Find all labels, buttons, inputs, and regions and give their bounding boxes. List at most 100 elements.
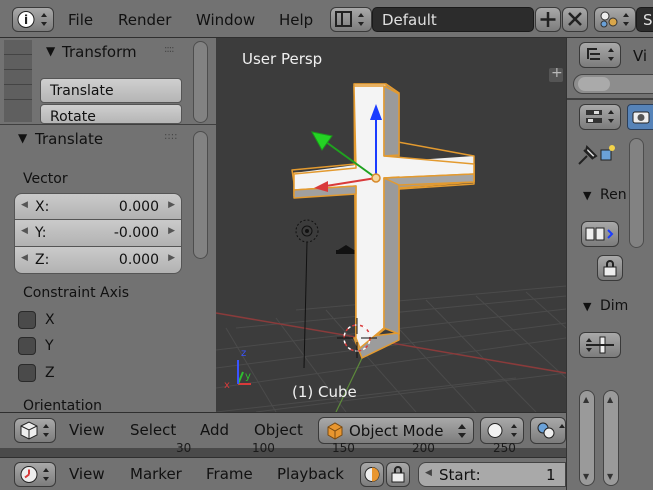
- resolution-x-slider[interactable]: ▲ ▼: [579, 390, 595, 486]
- dimensions-panel-header[interactable]: Dim: [600, 298, 628, 314]
- start-frame-field[interactable]: ◀ Start: 1: [418, 462, 566, 487]
- render-tab-button[interactable]: [627, 104, 653, 130]
- decrement-arrow-icon[interactable]: ◀: [21, 253, 28, 263]
- timeline-menu-marker[interactable]: Marker: [130, 465, 182, 483]
- ruler-number: 150: [332, 441, 355, 455]
- menu-file[interactable]: File: [68, 11, 93, 29]
- decrement-arrow-icon[interactable]: ◀: [21, 226, 28, 236]
- vector-z-label: Z:: [35, 252, 50, 268]
- scene-selector[interactable]: [594, 7, 636, 32]
- constraint-y-label[interactable]: Y: [45, 338, 54, 354]
- editor-type-button[interactable]: i: [12, 7, 54, 32]
- panel-collapse-arrow-icon[interactable]: ▼: [46, 44, 55, 58]
- decrement-arrow-icon: ▼: [583, 472, 590, 481]
- render-still-icon: [585, 227, 614, 241]
- dimension-presets-button[interactable]: [579, 332, 621, 358]
- operator-panel-scrollbar[interactable]: [193, 131, 208, 259]
- menu-render[interactable]: Render: [118, 11, 171, 29]
- lock-icon: [391, 466, 405, 483]
- svg-text:x: x: [224, 380, 230, 391]
- menu-select[interactable]: Select: [130, 421, 176, 439]
- increment-arrow-icon[interactable]: ▶: [168, 253, 175, 263]
- decrement-arrow-icon[interactable]: ◀: [425, 468, 432, 478]
- ruler-number: 30: [176, 441, 192, 455]
- menu-object[interactable]: Object: [254, 421, 303, 439]
- screen-layout-name[interactable]: Default: [372, 7, 534, 32]
- menu-view[interactable]: View: [69, 421, 105, 439]
- operator-collapse-arrow-icon[interactable]: ▼: [18, 131, 27, 145]
- render-buttons-group[interactable]: [581, 221, 619, 247]
- timeline-menu-playback[interactable]: Playback: [277, 465, 344, 483]
- add-screen-button[interactable]: [535, 7, 561, 32]
- panel-drag-grip-icon[interactable]: ::::: [164, 44, 175, 55]
- preview-range-button[interactable]: [360, 462, 384, 487]
- viewport-shading-selector[interactable]: [480, 417, 524, 444]
- outliner-icon: [587, 48, 614, 61]
- constraint-z-label[interactable]: Z: [45, 365, 55, 381]
- translate-button[interactable]: Translate: [40, 78, 182, 103]
- 3d-viewport[interactable]: z y x User Persp (1) Cube +: [216, 38, 566, 412]
- delete-screen-button[interactable]: [562, 7, 588, 32]
- tool-shelf-scrollbar[interactable]: [193, 41, 208, 123]
- timeline-header: View Marker Frame Playback ◀ Start: 1: [0, 457, 566, 490]
- render-panel-header[interactable]: Ren: [600, 187, 627, 203]
- vector-z-field[interactable]: ◀ Z: 0.000 ▶: [14, 247, 182, 274]
- lock-interface-button[interactable]: [597, 255, 623, 281]
- scene-name-field[interactable]: S: [636, 7, 653, 32]
- lock-icon: [603, 260, 617, 277]
- pivot-point-selector[interactable]: [530, 417, 566, 444]
- clock-icon: [20, 466, 49, 483]
- view3d-header: View Select Add Object Object Mode: [0, 412, 566, 448]
- lock-time-button[interactable]: [386, 462, 410, 487]
- ruler-number: 100: [252, 441, 275, 455]
- solid-shading-icon: [487, 423, 517, 438]
- cube-editor-icon: [20, 421, 49, 440]
- operator-panel-header[interactable]: Translate: [35, 130, 103, 148]
- increment-arrow-icon[interactable]: ▶: [168, 226, 175, 236]
- constraint-x-checkbox[interactable]: [18, 311, 36, 329]
- view3d-editor-type-button[interactable]: [14, 418, 56, 443]
- vector-x-field[interactable]: ◀ X: 0.000 ▶: [14, 193, 182, 220]
- vector-z-value: 0.000: [118, 252, 159, 268]
- viewport-scene[interactable]: z y x: [216, 38, 566, 412]
- constraint-z-checkbox[interactable]: [18, 364, 36, 382]
- operator-drag-grip-icon[interactable]: ::::: [164, 131, 177, 142]
- vector-x-label: X:: [35, 199, 50, 215]
- vector-y-label: Y:: [35, 225, 47, 241]
- properties-region-toggle[interactable]: +: [549, 65, 563, 82]
- menu-window[interactable]: Window: [196, 11, 255, 29]
- view-perspective-label: User Persp: [242, 50, 323, 68]
- render-panel-arrow-icon[interactable]: ▼: [583, 189, 591, 202]
- timeline-menu-frame[interactable]: Frame: [206, 465, 253, 483]
- transform-panel-header[interactable]: Transform: [62, 43, 137, 61]
- rotate-button[interactable]: Rotate: [40, 104, 182, 124]
- outliner-view-menu[interactable]: Vi: [633, 47, 647, 65]
- properties-editor-type-button[interactable]: [579, 104, 621, 130]
- screen-layout-selector[interactable]: [330, 7, 372, 32]
- interaction-mode-selector[interactable]: Object Mode: [318, 417, 474, 444]
- operator-panel: ▼ Translate :::: Vector ◀ X: 0.000 ▶ ◀ Y…: [0, 124, 216, 414]
- increment-arrow-icon: ▲: [583, 395, 590, 404]
- constraint-x-label[interactable]: X: [45, 312, 55, 328]
- svg-text:y: y: [245, 371, 251, 382]
- properties-scrollbar[interactable]: [629, 138, 644, 248]
- dimensions-panel-arrow-icon[interactable]: ▼: [583, 300, 591, 313]
- constraint-y-checkbox[interactable]: [18, 337, 36, 355]
- decrement-arrow-icon[interactable]: ◀: [21, 200, 28, 210]
- menu-help[interactable]: Help: [279, 11, 313, 29]
- outliner-search-field[interactable]: [573, 74, 653, 94]
- timeline-menu-view[interactable]: View: [69, 465, 105, 483]
- vector-y-value: -0.000: [113, 225, 159, 241]
- cube-faces: [293, 85, 475, 349]
- tool-shelf-tabs[interactable]: [4, 40, 32, 122]
- dropdown-arrows-icon: [458, 424, 466, 438]
- timeline-editor-type-button[interactable]: [14, 462, 56, 487]
- vector-y-field[interactable]: ◀ Y: -0.000 ▶: [14, 220, 182, 247]
- increment-arrow-icon: ▲: [607, 395, 614, 404]
- camera-icon: [336, 245, 356, 254]
- resolution-y-slider[interactable]: ▲ ▼: [603, 390, 619, 486]
- increment-arrow-icon[interactable]: ▶: [168, 200, 175, 210]
- menu-add[interactable]: Add: [200, 421, 229, 439]
- outliner-editor-type-button[interactable]: [579, 42, 621, 68]
- scene-icon: [600, 11, 629, 28]
